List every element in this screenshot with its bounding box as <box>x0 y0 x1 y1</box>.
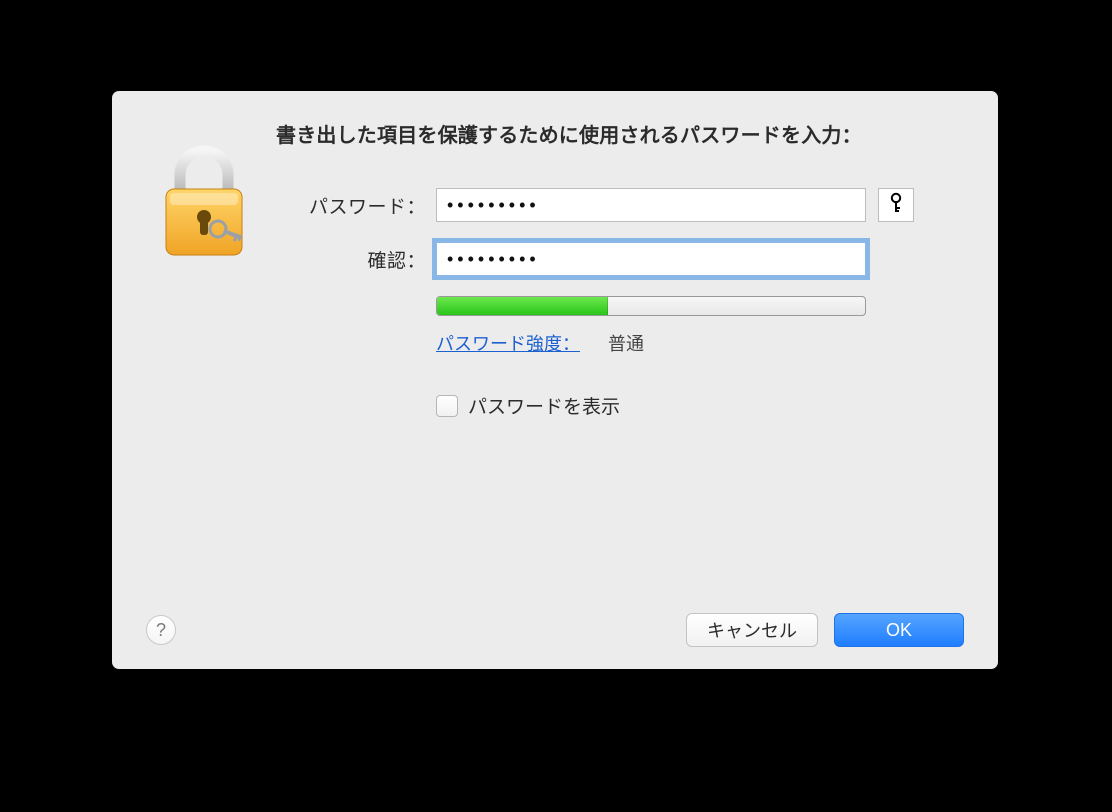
dialog-content: 書き出した項目を保護するために使用されるパスワードを入力： パスワード： <box>276 121 964 419</box>
password-input[interactable] <box>436 188 866 222</box>
dialog-footer: ? キャンセル OK <box>146 613 964 647</box>
password-dialog: 書き出した項目を保護するために使用されるパスワードを入力： パスワード： <box>112 91 998 669</box>
password-row: パスワード： <box>276 188 964 222</box>
password-assistant-button[interactable] <box>878 188 914 222</box>
show-password-label: パスワードを表示 <box>468 392 620 419</box>
confirm-input-wrap <box>436 242 866 276</box>
strength-value: 普通 <box>608 330 644 356</box>
lock-icon <box>156 250 252 267</box>
confirm-label: 確認： <box>276 246 436 273</box>
password-input-wrap <box>436 188 866 222</box>
show-password-checkbox[interactable] <box>436 395 458 417</box>
help-icon: ? <box>156 620 166 641</box>
strength-area: パスワード強度： 普通 <box>436 296 866 356</box>
dialog-icon-col <box>146 121 276 268</box>
dialog-heading: 書き出した項目を保護するために使用されるパスワードを入力： <box>276 121 964 152</box>
ok-button[interactable]: OK <box>834 613 964 647</box>
help-button[interactable]: ? <box>146 615 176 645</box>
key-icon <box>887 192 905 219</box>
strength-fill <box>437 297 608 315</box>
strength-link[interactable]: パスワード強度： <box>436 330 580 356</box>
strength-text: パスワード強度： 普通 <box>436 330 866 356</box>
dialog-body: 書き出した項目を保護するために使用されるパスワードを入力： パスワード： <box>146 121 964 419</box>
confirm-input[interactable] <box>436 242 866 276</box>
confirm-row: 確認： <box>276 242 964 276</box>
strength-bar <box>436 296 866 316</box>
cancel-button[interactable]: キャンセル <box>686 613 818 647</box>
password-label: パスワード： <box>276 192 436 219</box>
show-password-row: パスワードを表示 <box>436 392 964 419</box>
